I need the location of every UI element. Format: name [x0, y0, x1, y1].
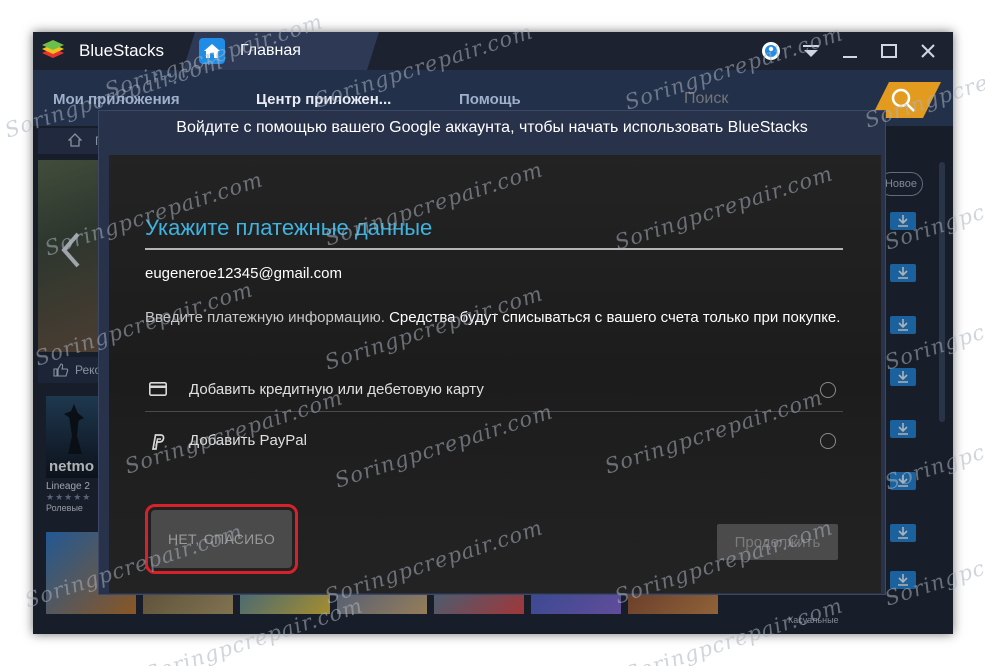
search-icon [891, 88, 915, 112]
download-button[interactable] [890, 264, 916, 282]
option-divider [145, 411, 843, 412]
dialog-header: Войдите с помощью вашего Google аккаунта… [176, 119, 808, 136]
title-bar: BlueStacks Главная [33, 32, 953, 70]
app-card-lineage[interactable]: netmo Lineage 2 ★★★★★ Ролевые [46, 396, 101, 518]
download-icon [898, 267, 908, 279]
nav-app-center[interactable]: Центр приложен... [256, 91, 391, 108]
download-icon [898, 319, 908, 331]
thumbs-up-icon [53, 363, 69, 377]
download-icon [898, 215, 908, 227]
app-thumbnail: netmo [46, 396, 101, 478]
payment-title: Укажите платежные данные [145, 215, 433, 240]
close-button[interactable] [917, 40, 939, 62]
breadcrumb-home-icon[interactable] [68, 133, 82, 147]
user-icon [762, 42, 780, 60]
app-figure-icon [64, 404, 84, 454]
app-name: Lineage 2 [46, 481, 90, 492]
dropdown-button[interactable] [800, 40, 822, 62]
payment-description-intro: Введите платежную информацию. [145, 309, 390, 326]
payment-description-note: Средства будут списываться с вашего счет… [389, 309, 841, 326]
add-paypal-label: Добавить PayPal [189, 432, 307, 449]
download-button[interactable] [890, 571, 916, 589]
nav-my-apps[interactable]: Мои приложения [53, 91, 180, 108]
maximize-button[interactable] [878, 40, 900, 62]
app-rating: ★★★★★ [46, 492, 92, 502]
app-category-label: Касуальные [788, 615, 839, 625]
credit-card-icon [149, 382, 167, 396]
download-button[interactable] [890, 212, 916, 230]
chevron-left-icon[interactable] [58, 230, 84, 270]
home-tab-icon-box [199, 38, 225, 64]
nav-help[interactable]: Помощь [459, 91, 521, 108]
bluestacks-logo-icon [42, 40, 64, 58]
dropdown-icon [803, 45, 819, 57]
download-icon [898, 475, 908, 487]
user-button[interactable] [760, 40, 782, 62]
app-category: Ролевые [46, 503, 83, 513]
tab-home-label: Главная [240, 42, 301, 59]
minimize-button[interactable] [839, 40, 861, 62]
download-icon [898, 527, 908, 539]
payment-description: Введите платежную информацию. Средства б… [145, 307, 845, 328]
home-icon [204, 44, 220, 58]
download-button[interactable] [890, 420, 916, 438]
app-title: BlueStacks [79, 41, 165, 60]
download-icon [898, 371, 908, 383]
add-paypal-radio[interactable] [820, 433, 836, 449]
add-card-radio[interactable] [820, 382, 836, 398]
minimize-icon [843, 56, 857, 58]
download-button[interactable] [890, 368, 916, 386]
download-button[interactable] [890, 524, 916, 542]
add-card-option[interactable]: Добавить кредитную или дебетовую карту [145, 367, 843, 413]
title-divider [145, 248, 843, 250]
close-icon [921, 44, 935, 58]
account-email: eugeneroe12345@gmail.com [145, 265, 343, 282]
continue-button[interactable]: Продолжить [717, 524, 838, 560]
no-thanks-button[interactable]: НЕТ, СПАСИБО [151, 510, 292, 568]
download-icon [898, 574, 908, 586]
scrollbar[interactable] [939, 162, 945, 422]
app-brand: netmo [49, 458, 94, 475]
download-button[interactable] [890, 316, 916, 334]
add-card-label: Добавить кредитную или дебетовую карту [189, 381, 484, 398]
maximize-icon [881, 44, 897, 58]
download-icon [898, 423, 908, 435]
download-button[interactable] [890, 472, 916, 490]
paypal-icon [151, 434, 165, 450]
add-paypal-option[interactable]: Добавить PayPal [145, 413, 843, 471]
